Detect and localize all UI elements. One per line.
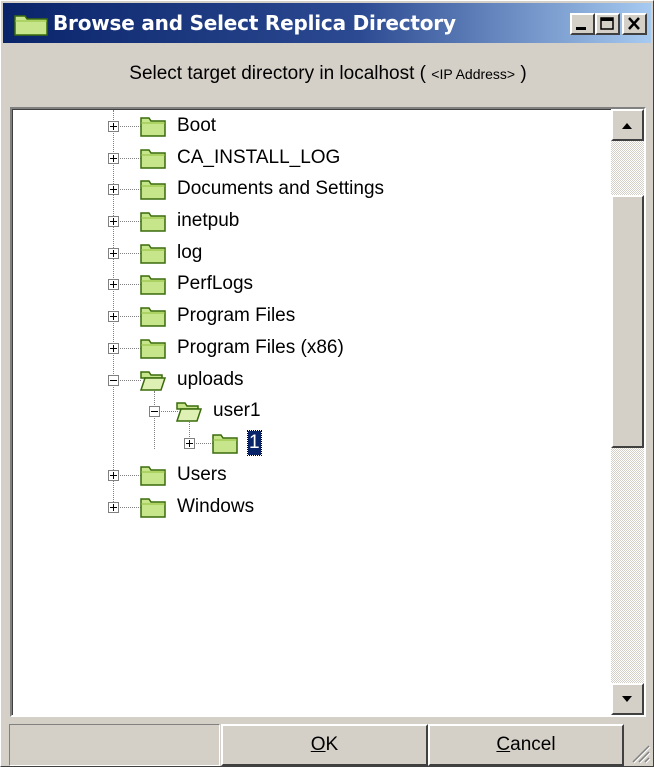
resize-grip-icon[interactable]: [627, 740, 651, 764]
minimize-icon: [576, 27, 586, 30]
minimize-button[interactable]: [570, 13, 595, 35]
folder-label[interactable]: inetpub: [177, 209, 239, 233]
instruction-prefix: Select target directory in localhost (: [129, 63, 427, 84]
ok-mnemonic: O: [310, 734, 326, 755]
status-panel: [9, 724, 220, 766]
folder-label[interactable]: Windows: [177, 495, 254, 519]
expand-plus-icon[interactable]: [108, 153, 119, 164]
expand-plus-icon[interactable]: [108, 502, 119, 513]
folder-icon: [140, 275, 166, 295]
folder-label[interactable]: Boot: [177, 114, 216, 138]
cancel-mnemonic: C: [496, 734, 511, 755]
close-button[interactable]: [622, 13, 647, 35]
button-bar: OK Cancel: [1, 724, 653, 766]
folder-label-selected[interactable]: 1: [247, 430, 262, 456]
collapse-minus-icon[interactable]: [108, 375, 119, 386]
expand-plus-icon[interactable]: [108, 121, 119, 132]
collapse-minus-icon[interactable]: [149, 406, 160, 417]
folder-label[interactable]: Program Files: [177, 304, 295, 328]
folder-label[interactable]: Program Files (x86): [177, 336, 344, 360]
expand-plus-icon[interactable]: [108, 216, 119, 227]
window-title: Browse and Select Replica Directory: [53, 11, 456, 35]
open-folder-icon: [176, 402, 202, 422]
close-icon: [628, 17, 640, 30]
ok-button[interactable]: OK: [221, 724, 428, 766]
instruction-suffix: ): [520, 63, 527, 84]
arrow-up-icon: [622, 123, 632, 129]
expand-plus-icon[interactable]: [108, 248, 119, 259]
folder-icon: [140, 117, 166, 137]
scroll-up-button[interactable]: [611, 109, 644, 141]
tree-guide-line: [154, 391, 155, 449]
folder-label[interactable]: Documents and Settings: [177, 177, 384, 201]
folder-label[interactable]: CA_INSTALL_LOG: [177, 146, 340, 170]
expand-plus-icon[interactable]: [108, 279, 119, 290]
folder-label[interactable]: Users: [177, 463, 227, 487]
directory-tree-panel: Boot CA_INSTALL_LOG Documents and Settin…: [10, 107, 646, 717]
maximize-button[interactable]: [595, 13, 620, 35]
maximize-icon: [600, 17, 614, 30]
expand-plus-icon[interactable]: [108, 311, 119, 322]
folder-icon: [140, 307, 166, 327]
arrow-down-icon: [622, 696, 632, 702]
folder-app-icon: [14, 15, 48, 36]
title-bar[interactable]: Browse and Select Replica Directory: [3, 3, 651, 43]
folder-icon: [212, 434, 238, 454]
directory-tree[interactable]: Boot CA_INSTALL_LOG Documents and Settin…: [12, 109, 612, 715]
dialog-window: Browse and Select Replica Directory Sele…: [0, 0, 654, 767]
folder-label[interactable]: user1: [213, 399, 261, 423]
folder-label[interactable]: uploads: [177, 368, 244, 392]
folder-label[interactable]: log: [177, 241, 202, 265]
cancel-button[interactable]: Cancel: [428, 724, 624, 766]
instruction-text: Select target directory in localhost ( <…: [1, 63, 654, 85]
expand-plus-icon[interactable]: [108, 470, 119, 481]
cancel-label-rest: ancel: [510, 734, 556, 755]
scroll-thumb[interactable]: [611, 195, 644, 448]
scroll-down-button[interactable]: [611, 683, 644, 715]
folder-label[interactable]: PerfLogs: [177, 272, 253, 296]
expand-plus-icon[interactable]: [184, 438, 195, 449]
vertical-scrollbar[interactable]: [611, 109, 644, 715]
expand-plus-icon[interactable]: [108, 343, 119, 354]
folder-icon: [140, 339, 166, 359]
folder-icon: [140, 212, 166, 232]
folder-icon: [140, 466, 166, 486]
expand-plus-icon[interactable]: [108, 184, 119, 195]
folder-icon: [140, 498, 166, 518]
folder-icon: [140, 180, 166, 200]
folder-icon: [140, 149, 166, 169]
open-folder-icon: [140, 371, 166, 391]
ip-address-placeholder: <IP Address>: [431, 66, 516, 82]
folder-icon: [140, 244, 166, 264]
ok-label-rest: K: [325, 734, 339, 755]
